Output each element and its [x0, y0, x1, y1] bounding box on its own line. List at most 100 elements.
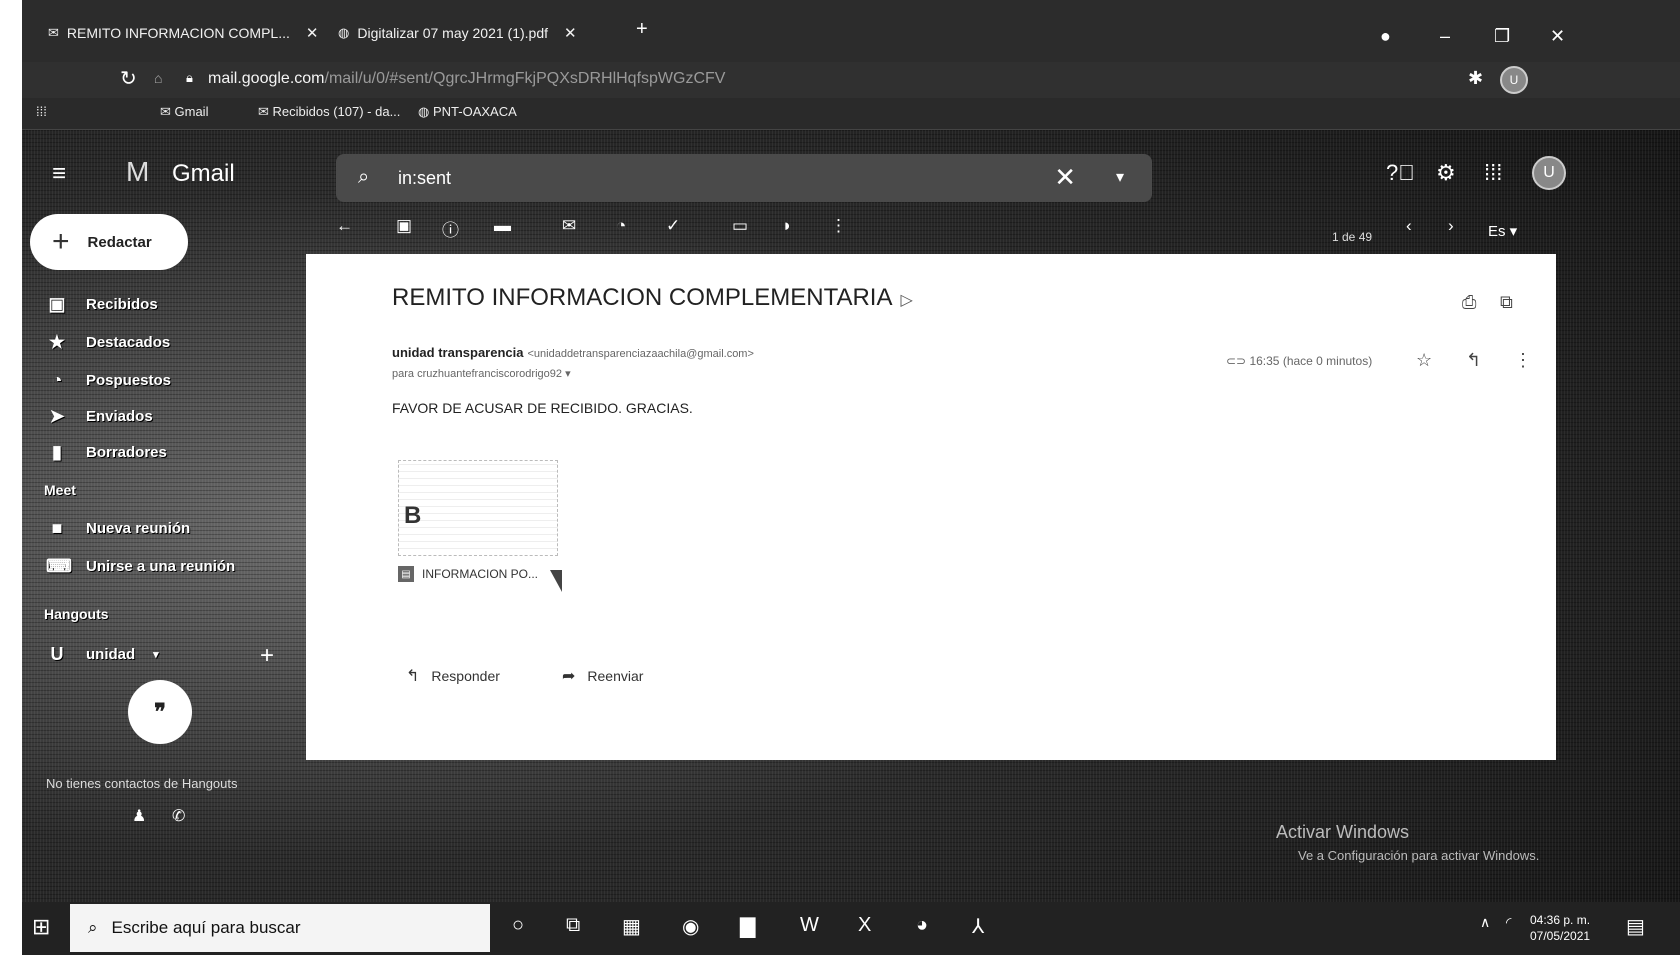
calculator-icon[interactable]: ▦ [622, 914, 641, 939]
url-path: /mail/u/0/#sent/QgrcJHrmgFkjPQXsDRHlHqfs… [324, 70, 726, 87]
extensions-icon[interactable]: ✱ [1468, 68, 1483, 89]
search-options-icon[interactable]: ▾ [1116, 167, 1124, 187]
star-icon: ★ [48, 332, 66, 352]
gmail-logo-text[interactable]: Gmail [172, 160, 235, 188]
sidebar-item-pospuestos[interactable]: ◔ Pospuestos [46, 370, 171, 391]
attachment-thumbnail [398, 460, 558, 556]
network-icon[interactable]: ◜ [1506, 914, 1511, 931]
forward-button[interactable]: ➦ Reenviar [562, 666, 643, 686]
more-actions-icon[interactable]: ⋮ [830, 216, 847, 236]
label-icon[interactable]: ◗ [782, 216, 792, 236]
hangouts-quote-icon: ❞ [128, 680, 192, 744]
apps-bookmark-icon[interactable]: ⁞⁞⁞ [36, 104, 47, 119]
excel-icon[interactable]: X [858, 914, 871, 937]
clear-search-icon[interactable]: ✕ [1054, 162, 1076, 193]
add-contact-icon[interactable]: + [260, 642, 274, 670]
close-tab-icon[interactable]: ✕ [306, 24, 319, 42]
browser-profile-avatar[interactable]: U [1500, 66, 1528, 94]
bookmark-recibidos[interactable]: ✉ Recibidos (107) - da... [258, 104, 400, 120]
screen: ✉ REMITO INFORMACION COMPL... ✕ ◍ Digita… [22, 0, 1680, 955]
lock-icon: 🔒︎ [186, 70, 193, 85]
close-tab-icon[interactable]: ✕ [564, 24, 577, 42]
star-message-icon[interactable]: ☆ [1416, 350, 1432, 371]
account-avatar[interactable]: U [1532, 156, 1566, 190]
archive-icon[interactable]: ▣ [396, 216, 412, 236]
search-bar[interactable]: ⌕ in:sent ✕ ▾ [336, 154, 1152, 202]
video-camera-icon: ■ [51, 518, 63, 538]
more-options-icon[interactable]: ⋮ [1514, 350, 1532, 371]
older-chevron-icon[interactable]: › [1448, 216, 1454, 236]
chrome-icon[interactable]: ◉ [682, 914, 699, 939]
restore-icon[interactable]: ❐ [1494, 26, 1510, 47]
message-panel: REMITO INFORMACION COMPLEMENTARIA ▷ ⎙ ⧉ u… [306, 254, 1556, 760]
search-icon[interactable]: ⌕ [358, 166, 369, 189]
attachment-name-row: ▤ INFORMACION PO... [398, 566, 538, 582]
close-window-icon[interactable]: ✕ [1550, 26, 1565, 47]
acrobat-icon[interactable]: ⅄ [972, 914, 984, 939]
search-input[interactable]: in:sent [398, 168, 451, 189]
plus-icon: + [52, 225, 70, 258]
important-marker-icon[interactable]: ▷ [900, 292, 912, 309]
reply-icon[interactable]: ↰ [1466, 350, 1481, 371]
new-tab-button[interactable]: + [636, 18, 648, 41]
reply-arrow-icon: ↰ [406, 668, 420, 685]
main-menu-icon[interactable]: ≡ [52, 160, 66, 188]
settings-gear-icon[interactable]: ⚙ [1436, 160, 1456, 186]
draft-icon: ▮ [52, 442, 62, 462]
bookmark-pnt-oaxaca[interactable]: ◍ PNT-OAXACA [418, 104, 517, 120]
tab-pdf[interactable]: ◍ Digitalizar 07 may 2021 (1).pdf ✕ [338, 18, 577, 48]
sidebar-item-recibidos[interactable]: ▣ Recibidos [46, 294, 157, 315]
tray-chevron-icon[interactable]: ∧ [1480, 914, 1490, 931]
snooze-icon[interactable]: ◔ [616, 216, 626, 236]
back-arrow-icon[interactable]: ← [336, 216, 353, 236]
bookmark-gmail[interactable]: ✉ Gmail [160, 104, 208, 120]
open-new-window-icon[interactable]: ⧉ [1500, 292, 1513, 313]
help-icon[interactable]: ?⃝ [1386, 160, 1415, 186]
taskbar-search-box[interactable]: ⌕ Escribe aquí para buscar [70, 904, 490, 952]
meet-new-meeting[interactable]: ■ Nueva reunión [46, 518, 191, 539]
newer-chevron-icon[interactable]: ‹ [1406, 216, 1412, 236]
minimize-icon[interactable]: – [1440, 26, 1450, 47]
sidebar-item-destacados[interactable]: ★ Destacados [46, 332, 170, 353]
input-language-button[interactable]: Es ▾ [1488, 222, 1517, 240]
person-icon[interactable]: ♟ [132, 806, 146, 826]
apps-grid-icon[interactable]: ⁞⁞⁞ [1484, 160, 1502, 186]
hangouts-section-title: Hangouts [44, 606, 109, 622]
mark-unread-icon[interactable]: ✉ [562, 216, 576, 236]
windows-start-icon[interactable]: ⊞ [32, 914, 50, 940]
activate-windows-title: Activar Windows [1276, 822, 1410, 842]
attachment-card[interactable]: B ▤ INFORMACION PO... [398, 460, 578, 592]
trash-icon[interactable]: ▬ [494, 216, 511, 236]
message-subject: REMITO INFORMACION COMPLEMENTARIA ▷ [392, 284, 913, 311]
hangouts-user[interactable]: Uunidad ▾ [46, 644, 159, 665]
message-body: FAVOR DE ACUSAR DE RECIBIDO. GRACIAS. [392, 400, 693, 416]
gmail-logo-icon: M [126, 156, 150, 187]
meet-join-meeting[interactable]: ⌨ Unirse a una reunión [46, 556, 235, 577]
add-task-icon[interactable]: ✓ [666, 216, 680, 236]
compose-button[interactable]: + Redactar [30, 214, 188, 270]
forward-arrow-icon: ➦ [562, 668, 576, 685]
dropdown-icon: ▾ [153, 649, 159, 661]
home-icon[interactable]: ⌂ [154, 70, 162, 86]
show-details-icon[interactable]: ▾ [565, 368, 571, 380]
print-icon[interactable]: ⎙ [1462, 292, 1476, 313]
cortana-icon[interactable]: ○ [512, 914, 524, 937]
tab-remito[interactable]: ✉ REMITO INFORMACION COMPL... ✕ [48, 18, 318, 48]
profile-dot-icon[interactable]: ● [1380, 26, 1391, 47]
browser-app-icon[interactable]: ◕ [916, 914, 928, 937]
url-field[interactable]: mail.google.com/mail/u/0/#sent/QgrcJHrmg… [208, 70, 725, 88]
reply-button[interactable]: ↰ Responder [406, 666, 500, 686]
task-view-icon[interactable]: ⧉ [566, 914, 580, 937]
phone-icon[interactable]: ✆ [172, 806, 185, 826]
reload-icon[interactable]: ↻ [120, 66, 137, 91]
file-explorer-icon[interactable]: ▇ [740, 914, 755, 939]
sidebar-item-enviados[interactable]: ➤ Enviados [46, 406, 152, 427]
notifications-icon[interactable]: ▤ [1626, 914, 1645, 939]
report-spam-icon[interactable]: ⓘ [442, 216, 459, 241]
word-icon[interactable]: W [800, 914, 819, 937]
sender-name[interactable]: unidad transparencia [392, 345, 523, 360]
recipient-line[interactable]: para cruzhuantefranciscorodrigo92 ▾ [392, 367, 571, 380]
sidebar-item-borradores[interactable]: ▮ Borradores [46, 442, 167, 463]
move-to-icon[interactable]: ▭ [732, 216, 748, 236]
clock[interactable]: 04:36 p. m. 07/05/2021 [1530, 912, 1590, 944]
